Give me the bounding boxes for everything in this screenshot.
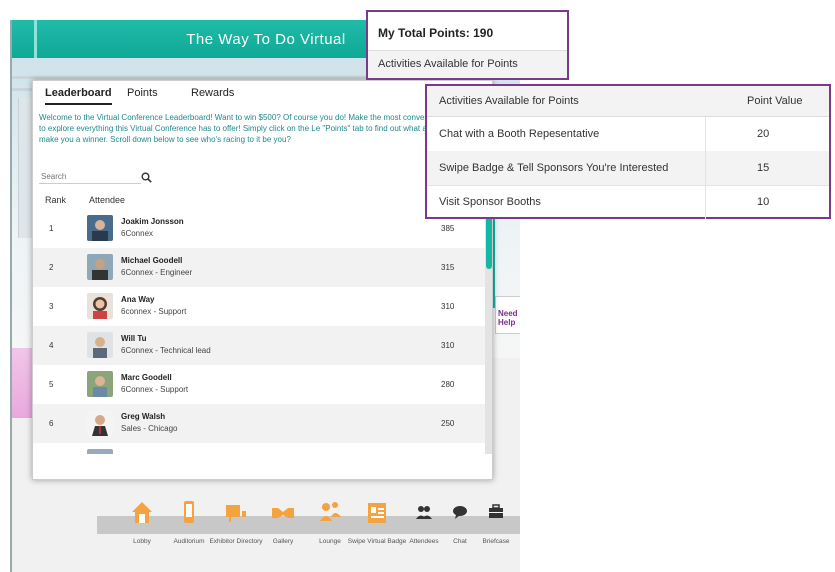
help-sign-label: Need Help [498,309,518,327]
table-row[interactable]: 6 Greg Walsh Sales - Chicago 250 [33,404,485,443]
app-title: The Way To Do Virtual [186,30,346,48]
home-icon [128,498,156,526]
attendee-points: 385 [441,224,455,233]
scrollbar[interactable] [485,209,492,454]
activity-value: 15 [757,162,770,174]
column-rank: Rank [45,195,67,205]
avatar [87,410,113,436]
search-icon[interactable] [141,170,152,183]
attendee-points: 315 [441,263,455,272]
row-rank: 2 [49,263,54,272]
attendee-points: 310 [441,302,455,311]
column-divider [705,151,706,185]
row-rank: 3 [49,302,54,311]
activity-name: Swipe Badge & Tell Sponsors You're Inter… [439,162,669,174]
table-row[interactable]: 4 Will Tu 6Connex - Technical lead 310 [33,326,485,365]
avatar [87,371,113,397]
attendee-points: 250 [441,419,455,428]
total-points-callout: My Total Points: 190 Activities Availabl… [366,10,569,80]
activity-name: Chat with a Booth Repesentative [439,128,600,140]
column-divider [705,117,706,151]
row-rank: 4 [49,341,54,350]
attendee-name: Greg Walsh [121,412,166,421]
leaderboard-tabs: Leaderboard Points Rewards [33,87,492,109]
avatar [87,449,113,454]
pillar [18,98,33,238]
activities-link[interactable]: Activities Available for Points [368,51,567,78]
activity-value: 20 [757,128,770,140]
activities-table-callout: Activities Available for Points Point Va… [425,84,831,219]
activity-row: Visit Sponsor Booths 10 [427,185,829,219]
header-activity: Activities Available for Points [439,95,579,107]
header-accent [34,20,37,58]
activity-row: Chat with a Booth Repesentative 20 [427,117,829,152]
attendee-org: 6connex - Support [121,307,187,316]
row-rank: 1 [49,224,54,233]
badge-icon [363,498,391,526]
table-row[interactable]: 1 Joakim Jonsson 6Connex 385 [33,209,485,248]
phone-icon [175,498,203,526]
attendee-org: Sales - Chicago [121,424,178,433]
attendee-org: 6Connex - Support [121,385,189,394]
briefcase-icon [482,498,510,526]
avatar [87,332,113,358]
help-sign[interactable]: Need Help [495,296,520,334]
column-divider [705,185,706,219]
table-row-partial[interactable] [33,443,485,454]
attendee-name: Michael Goodell [121,256,183,265]
search-row [39,169,479,185]
attendee-points: 310 [441,341,455,350]
attendee-name: Joakim Jonsson [121,217,184,226]
activity-row: Swipe Badge & Tell Sponsors You're Inter… [427,151,829,186]
leaderboard-panel: Leaderboard Points Rewards Welcome to th… [32,80,493,480]
tab-leaderboard[interactable]: Leaderboard [45,87,112,105]
attendee-name: Will Tu [121,334,147,343]
nav-briefcase[interactable]: Briefcase [466,498,520,546]
attendee-org: 6Connex - Technical lead [121,346,211,355]
table-row[interactable]: 3 Ana Way 6connex - Support 310 [33,287,485,326]
attendee-name: Ana Way [121,295,155,304]
panel-footer [33,457,492,479]
row-rank: 6 [49,419,54,428]
welcome-message: Welcome to the Virtual Conference Leader… [39,113,484,144]
attendee-points: 280 [441,380,455,389]
total-points: My Total Points: 190 [378,26,494,40]
nav-label: Briefcase [482,538,510,545]
tab-points[interactable]: Points [127,87,158,103]
people-icon [316,498,344,526]
search-input[interactable] [39,169,141,184]
table-row[interactable]: 2 Michael Goodell 6Connex - Engineer 315 [33,248,485,287]
table-header: Rank Attendee [33,191,492,209]
bottom-navigation: Lobby Auditorium Exhibitor Directory Gal… [97,498,520,572]
activities-table-header: Activities Available for Points Point Va… [427,86,829,117]
attendee-name: Marc Goodell [121,373,172,382]
table-row[interactable]: 5 Marc Goodell 6Connex - Support 280 [33,365,485,404]
activity-name: Visit Sponsor Booths [439,196,541,208]
row-rank: 5 [49,380,54,389]
header-point-value: Point Value [747,95,803,107]
activities-link-label: Activities Available for Points [378,58,518,70]
handshake-icon [269,498,297,526]
booth-icon [222,498,250,526]
activity-value: 10 [757,196,770,208]
avatar [87,254,113,280]
tab-rewards[interactable]: Rewards [191,87,234,103]
column-attendee: Attendee [89,195,126,205]
avatar [87,293,113,319]
avatar [87,215,113,241]
leaderboard-rows: 1 Joakim Jonsson 6Connex 385 2 Michael G… [33,209,485,454]
attendee-org: 6Connex [121,229,154,238]
attendee-org: 6Connex - Engineer [121,268,193,277]
